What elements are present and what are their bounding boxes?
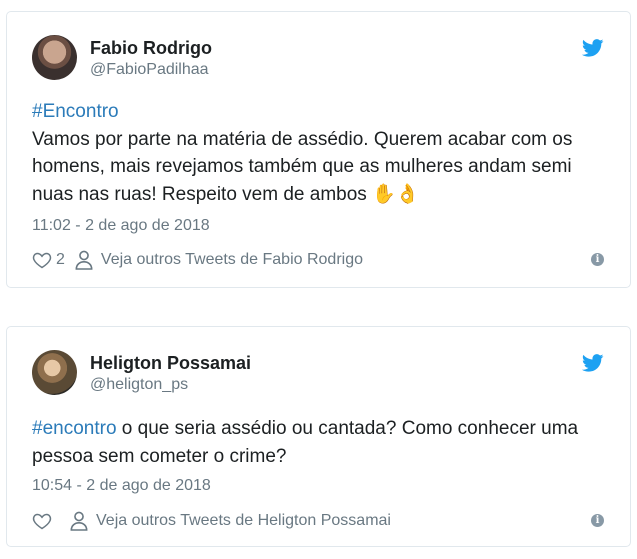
timestamp[interactable]: 11:02 - 2 de ago de 2018 bbox=[32, 217, 210, 235]
info-icon[interactable]: i bbox=[591, 253, 604, 266]
author-handle[interactable]: @heligton_ps bbox=[90, 376, 188, 394]
author-handle[interactable]: @FabioPadilhaa bbox=[90, 61, 209, 79]
twitter-bird-icon[interactable] bbox=[582, 354, 604, 372]
author-name[interactable]: Fabio Rodrigo bbox=[90, 38, 212, 59]
tweet-card: Heligton Possamai @heligton_ps #encontro… bbox=[6, 326, 631, 547]
tweet-actions: Veja outros Tweets de Heligton Possamai bbox=[32, 510, 391, 532]
person-icon[interactable] bbox=[70, 511, 88, 531]
emoji: ✋👌 bbox=[372, 183, 420, 205]
avatar[interactable] bbox=[32, 350, 77, 395]
tweet-text: #Encontro Vamos por parte na matéria de … bbox=[32, 98, 607, 208]
timestamp[interactable]: 10:54 - 2 de ago de 2018 bbox=[32, 477, 211, 495]
hashtag-link[interactable]: #Encontro bbox=[32, 101, 119, 122]
heart-icon[interactable] bbox=[32, 250, 52, 270]
tweet-card: Fabio Rodrigo @FabioPadilhaa #Encontro V… bbox=[6, 11, 631, 288]
see-more-tweets-link[interactable]: Veja outros Tweets de Heligton Possamai bbox=[96, 512, 391, 530]
tweet-text: #encontro o que seria assédio ou cantada… bbox=[32, 415, 607, 470]
see-more-tweets-link[interactable]: Veja outros Tweets de Fabio Rodrigo bbox=[101, 251, 363, 269]
twitter-bird-icon[interactable] bbox=[582, 39, 604, 57]
heart-icon[interactable] bbox=[32, 511, 52, 531]
avatar[interactable] bbox=[32, 35, 77, 80]
person-icon[interactable] bbox=[75, 250, 93, 270]
tweet-actions: 2 Veja outros Tweets de Fabio Rodrigo bbox=[32, 249, 363, 271]
tweet-body: Vamos por parte na matéria de assédio. Q… bbox=[32, 128, 573, 205]
author-name[interactable]: Heligton Possamai bbox=[90, 353, 251, 374]
like-count[interactable]: 2 bbox=[56, 251, 65, 269]
info-icon[interactable]: i bbox=[591, 514, 604, 527]
hashtag-link[interactable]: #encontro bbox=[32, 418, 117, 439]
